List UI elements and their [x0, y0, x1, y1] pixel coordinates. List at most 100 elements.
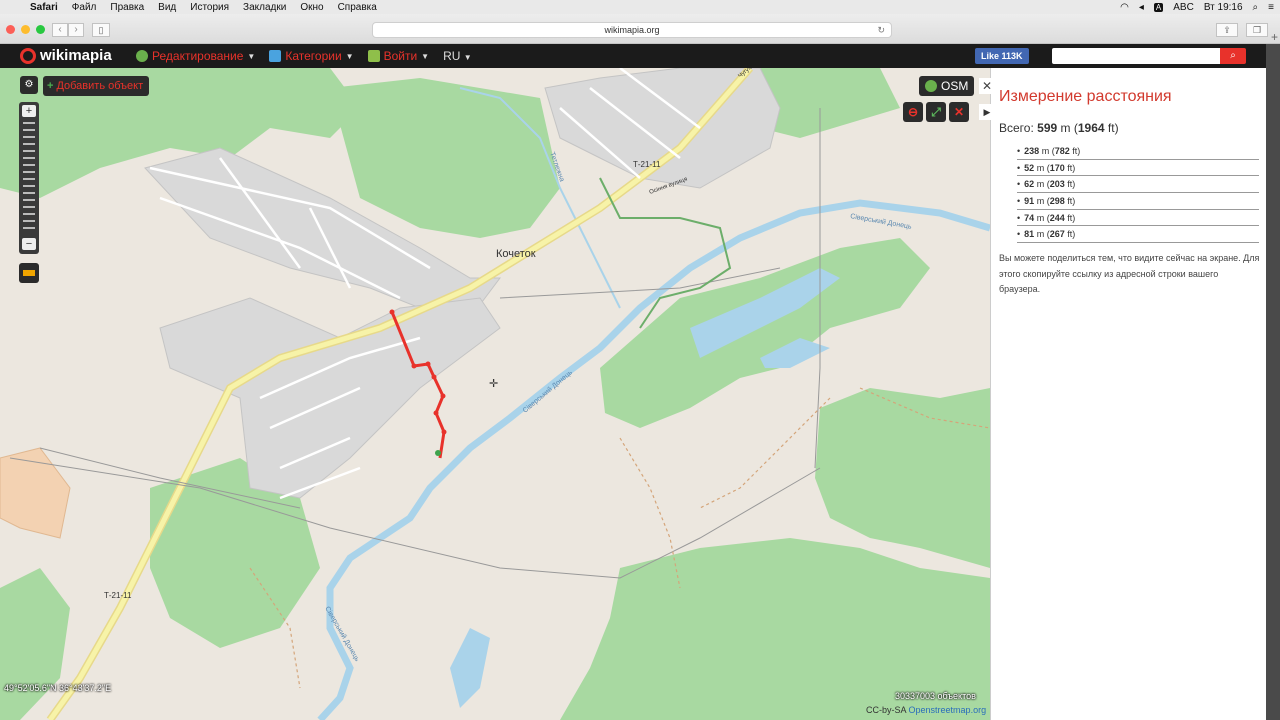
total-label: Всего:	[999, 121, 1034, 135]
share-icon[interactable]: ⇪	[1216, 23, 1238, 37]
crosshair-icon: ✛	[489, 378, 499, 390]
tabs-overview-icon[interactable]: ❐	[1246, 23, 1268, 37]
measure-cancel-button[interactable]: ✕	[949, 102, 969, 122]
zoom-level-tick[interactable]	[23, 227, 35, 229]
zoom-level-tick[interactable]	[23, 129, 35, 131]
chevron-down-icon: ▼	[247, 51, 256, 61]
map-attribution: CC-by-SA Openstreetmap.org	[866, 705, 986, 715]
segment-m: 62	[1024, 179, 1035, 190]
measure-fit-button[interactable]: ⤢	[926, 102, 946, 122]
measure-remove-point-button[interactable]: ⊖	[903, 102, 923, 122]
notification-center-icon[interactable]: ≡	[1268, 2, 1274, 13]
zoom-in-button[interactable]: +	[22, 105, 36, 117]
zoom-level-tick[interactable]	[23, 122, 35, 124]
search-icon: ⌕	[1230, 50, 1236, 61]
sidebar-toggle-icon[interactable]: ▯	[92, 23, 110, 37]
zoom-level-tick[interactable]	[23, 178, 35, 180]
cursor-coordinates: 49°52'05.6"N 36°43'37.2"E	[4, 683, 112, 693]
layer-switch-button[interactable]: OSM	[919, 76, 975, 96]
close-window-icon[interactable]	[6, 25, 15, 34]
zoom-level-tick[interactable]	[23, 206, 35, 208]
window-controls	[6, 25, 45, 34]
new-tab-icon[interactable]: +	[1271, 30, 1278, 44]
segment-unit-m: m	[1036, 229, 1045, 240]
menu-file[interactable]: Файл	[72, 2, 97, 13]
zoom-level-tick[interactable]	[23, 164, 35, 166]
input-source-label[interactable]: ABC	[1173, 2, 1194, 13]
language-selector[interactable]: RU ▼	[443, 49, 472, 63]
label-village: Кочеток	[496, 248, 536, 260]
menu-edit[interactable]: Правка	[110, 2, 144, 13]
forest-areas	[0, 68, 990, 720]
map-canvas[interactable]: Кочеток Т-21-11 Т-21-11 Осіння вулиця Сі…	[0, 68, 990, 720]
forward-button[interactable]: ›	[68, 23, 84, 37]
zoom-level-tick[interactable]	[23, 220, 35, 222]
add-object-button[interactable]: + Добавить объект	[43, 76, 150, 96]
close-icon[interactable]: ✕	[979, 78, 995, 94]
ruler-tool-button[interactable]	[19, 263, 39, 283]
segment-item: 238 m (782 ft)	[1017, 143, 1259, 160]
menu-help[interactable]: Справка	[338, 2, 377, 13]
nav-categories[interactable]: Категории ▼	[269, 49, 354, 63]
segment-item: 74 m (244 ft)	[1017, 210, 1259, 227]
menu-app-safari[interactable]: Safari	[30, 2, 58, 13]
layer-label: OSM	[941, 79, 969, 93]
zoom-level-tick[interactable]	[23, 199, 35, 201]
ruler-icon	[23, 270, 35, 276]
zoom-out-button[interactable]: −	[22, 238, 36, 250]
menubar-status-area: ◠ ◂ A ABC Вт 19:16 ⌕ ≡	[1120, 0, 1274, 14]
menu-view[interactable]: Вид	[158, 2, 176, 13]
main-nav: Редактирование ▼ Категории ▼ Войти ▼ RU …	[136, 44, 472, 68]
browser-toolbar: ‹ › ▯ wikimapia.org ↻ ⇪ ❐ +	[0, 14, 1280, 44]
panel-title: Измерение расстояния	[999, 88, 1172, 105]
zoom-level-tick[interactable]	[23, 136, 35, 138]
spotlight-icon[interactable]: ⌕	[1253, 2, 1259, 13]
reload-icon[interactable]: ↻	[877, 23, 885, 38]
desktop-background-strip	[1266, 44, 1280, 720]
wifi-icon[interactable]: ◠	[1120, 2, 1129, 13]
label-river-1: Сіверський Донець	[850, 212, 913, 231]
segment-unit-ft: ft	[1067, 196, 1073, 207]
minimize-window-icon[interactable]	[21, 25, 30, 34]
zoom-level-tick[interactable]	[23, 143, 35, 145]
volume-icon[interactable]: ◂	[1139, 2, 1144, 13]
menu-window[interactable]: Окно	[300, 2, 323, 13]
total-unit-ft: ft	[1107, 121, 1115, 135]
total-ft: 1964	[1077, 121, 1105, 135]
address-bar[interactable]: wikimapia.org ↻	[372, 22, 892, 38]
wikimapia-header: wikimapia Редактирование ▼ Категории ▼ В…	[0, 44, 1266, 68]
nav-edit[interactable]: Редактирование ▼	[136, 49, 255, 63]
collapse-panel-icon[interactable]: ▶	[979, 104, 995, 120]
segment-item: 91 m (298 ft)	[1017, 193, 1259, 210]
menu-history[interactable]: История	[190, 2, 229, 13]
zoom-level-tick[interactable]	[23, 157, 35, 159]
clock[interactable]: Вт 19:16	[1204, 2, 1243, 13]
segment-unit-m: m	[1036, 162, 1045, 173]
zoom-level-tick[interactable]	[23, 171, 35, 173]
back-button[interactable]: ‹	[52, 23, 68, 37]
segment-unit-ft: ft	[1067, 212, 1073, 223]
nav-login[interactable]: Войти ▼	[367, 49, 429, 63]
measure-panel: ✕ ▶ Измерение расстояния Всего: 599 m (1…	[979, 68, 1266, 720]
segment-unit-ft: ft	[1067, 179, 1073, 190]
segment-ft: 298	[1049, 196, 1065, 207]
attribution-link[interactable]: Openstreetmap.org	[909, 705, 987, 715]
segment-m: 91	[1024, 196, 1035, 207]
facebook-like-button[interactable]: Like 113K	[975, 48, 1029, 64]
segment-unit-m: m	[1036, 196, 1045, 207]
zoom-level-tick[interactable]	[23, 192, 35, 194]
zoom-level-tick[interactable]	[23, 150, 35, 152]
wikimapia-logo[interactable]: wikimapia	[20, 47, 112, 64]
search-button[interactable]: ⌕	[1220, 48, 1246, 64]
gear-icon[interactable]: ⚙	[20, 76, 38, 94]
input-source-icon[interactable]: A	[1153, 2, 1164, 12]
segment-item: 81 m (267 ft)	[1017, 226, 1259, 244]
chevron-down-icon: ▼	[345, 51, 354, 61]
zoom-level-tick[interactable]	[23, 185, 35, 187]
zoom-level-tick[interactable]	[23, 213, 35, 215]
menu-bookmarks[interactable]: Закладки	[243, 2, 286, 13]
search-input[interactable]	[1052, 48, 1220, 64]
label-river-2: Сіверський Донець	[521, 368, 574, 414]
zoom-window-icon[interactable]	[36, 25, 45, 34]
segment-unit-ft: ft	[1067, 229, 1073, 240]
